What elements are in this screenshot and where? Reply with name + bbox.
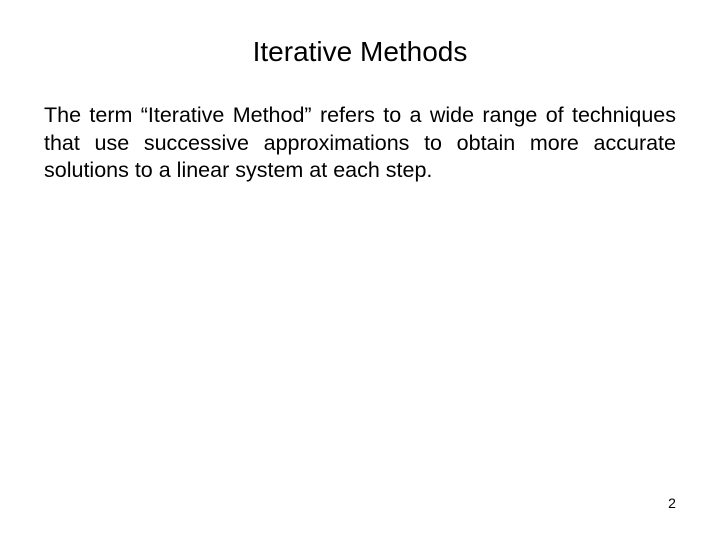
page-number: 2	[668, 495, 676, 511]
slide-body-text: The term “Iterative Method” refers to a …	[44, 103, 676, 182]
slide: Iterative Methods The term “Iterative Me…	[0, 0, 720, 540]
slide-title: Iterative Methods	[252, 36, 468, 67]
